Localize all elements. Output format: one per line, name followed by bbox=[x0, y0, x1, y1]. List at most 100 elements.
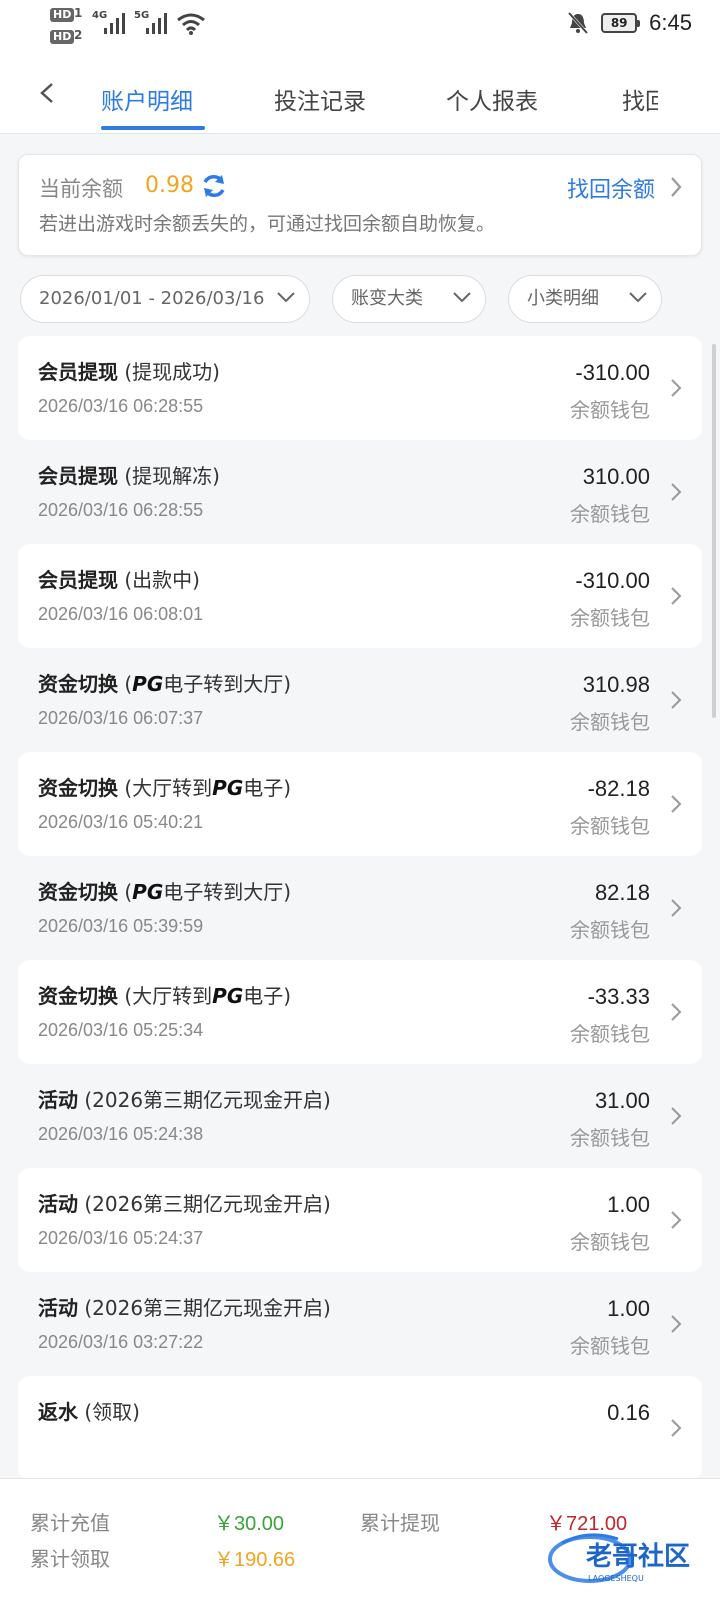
transaction-time: 2026/03/16 05:40:21 bbox=[38, 812, 204, 832]
transaction-detail-prefix: (领取) bbox=[78, 1400, 140, 1424]
tab-bet-records[interactable]: 投注记录 bbox=[274, 82, 366, 116]
chevron-down-icon bbox=[277, 292, 295, 303]
chevron-right-icon bbox=[671, 587, 682, 605]
tab-recover[interactable]: 找回 bbox=[622, 82, 658, 116]
transaction-amount: 1.00 bbox=[607, 1296, 650, 1321]
transaction-row[interactable]: 活动 (2026第三期亿元现金开启) 2026/03/16 03:27:22 1… bbox=[18, 1272, 702, 1376]
transaction-row[interactable]: 会员提现 (提现解冻) 2026/03/16 06:28:55 310.00 余… bbox=[18, 440, 702, 544]
transaction-detail-prefix: (2026第三期亿元现金开启) bbox=[78, 1296, 331, 1320]
chevron-right-icon bbox=[671, 691, 682, 709]
transaction-row[interactable]: 返水 (领取) 0.16 bbox=[18, 1376, 702, 1480]
wallet-label: 余额钱包 bbox=[570, 502, 650, 526]
active-tab-indicator bbox=[101, 126, 205, 130]
mute-bell-icon bbox=[568, 11, 589, 35]
date-range-value: 2026/01/01 - 2026/03/16 bbox=[39, 288, 265, 309]
transaction-row[interactable]: 活动 (2026第三期亿元现金开启) 2026/03/16 05:24:37 1… bbox=[18, 1168, 702, 1272]
transaction-detail-prefix: (2026第三期亿元现金开启) bbox=[78, 1192, 331, 1216]
transaction-row[interactable]: 会员提现 (提现成功) 2026/03/16 06:28:55 -310.00 … bbox=[18, 336, 702, 440]
transaction-detail-suffix: 电子转到大厅) bbox=[163, 880, 292, 904]
chevron-right-icon bbox=[671, 379, 682, 397]
claim-total-label: 累计领取 bbox=[30, 1547, 110, 1571]
transaction-type: 资金切换 bbox=[38, 880, 118, 904]
transaction-time: 2026/03/16 05:25:34 bbox=[38, 1020, 204, 1040]
transaction-row[interactable]: 活动 (2026第三期亿元现金开启) 2026/03/16 05:24:38 3… bbox=[18, 1064, 702, 1168]
transaction-detail-prefix: (2026第三期亿元现金开启) bbox=[78, 1088, 331, 1112]
recover-balance-link[interactable]: 找回余额 bbox=[567, 172, 655, 204]
transaction-amount: 82.18 bbox=[594, 880, 650, 905]
refresh-icon[interactable] bbox=[200, 172, 228, 200]
transaction-title: 资金切换 (大厅转到PG电子) bbox=[38, 772, 291, 801]
transaction-time: 2026/03/16 03:27:22 bbox=[38, 1332, 204, 1352]
wallet-label: 余额钱包 bbox=[570, 1022, 650, 1046]
transaction-title: 返水 (领取) bbox=[38, 1396, 140, 1425]
pg-logo: PG bbox=[212, 984, 244, 1008]
chevron-right-icon bbox=[671, 899, 682, 917]
transaction-type: 会员提现 bbox=[38, 360, 118, 384]
top-navigation: 账户明细 投注记录 个人报表 找回 bbox=[0, 56, 720, 134]
transaction-row[interactable]: 资金切换 (大厅转到PG电子) 2026/03/16 05:25:34 -33.… bbox=[18, 960, 702, 1064]
transaction-amount: 0.16 bbox=[607, 1400, 650, 1425]
wallet-label: 余额钱包 bbox=[570, 918, 650, 942]
transaction-time: 2026/03/16 06:07:37 bbox=[38, 708, 204, 728]
transaction-detail-suffix: 电子转到大厅) bbox=[163, 672, 292, 696]
chevron-right-icon[interactable] bbox=[669, 175, 683, 199]
subcategory-filter[interactable]: 小类明细 bbox=[508, 275, 662, 323]
transaction-row[interactable]: 资金切换 (大厅转到PG电子) 2026/03/16 05:40:21 -82.… bbox=[18, 752, 702, 856]
tab-account-details[interactable]: 账户明细 bbox=[101, 82, 193, 116]
category-filter[interactable]: 账变大类 bbox=[332, 275, 486, 323]
watermark-subtext: LAOGESHEQU bbox=[588, 1574, 644, 1583]
transaction-amount: 1.00 bbox=[607, 1192, 650, 1217]
transaction-time: 2026/03/16 06:08:01 bbox=[38, 604, 204, 624]
chevron-right-icon bbox=[671, 1419, 682, 1437]
battery-indicator: 89 bbox=[601, 13, 641, 33]
hd-badge-2: HD bbox=[50, 30, 75, 44]
chevron-down-icon bbox=[629, 292, 647, 303]
status-clock: 6:45 bbox=[649, 10, 692, 35]
wallet-label: 余额钱包 bbox=[570, 1126, 650, 1150]
tab-personal-report[interactable]: 个人报表 bbox=[446, 82, 538, 116]
transaction-amount: 31.00 bbox=[594, 1088, 650, 1113]
pg-logo: PG bbox=[132, 672, 164, 696]
transaction-amount: 310.00 bbox=[582, 464, 650, 489]
transaction-amount: -310.00 bbox=[575, 360, 650, 385]
transaction-row[interactable]: 资金切换 (PG电子转到大厅) 2026/03/16 05:39:59 82.1… bbox=[18, 856, 702, 960]
category-value: 账变大类 bbox=[351, 288, 423, 309]
transaction-type: 资金切换 bbox=[38, 984, 118, 1008]
transaction-title: 活动 (2026第三期亿元现金开启) bbox=[38, 1084, 331, 1113]
transaction-title: 活动 (2026第三期亿元现金开启) bbox=[38, 1188, 331, 1217]
transaction-type: 活动 bbox=[38, 1088, 78, 1112]
transaction-row[interactable]: 资金切换 (PG电子转到大厅) 2026/03/16 06:07:37 310.… bbox=[18, 648, 702, 752]
transaction-detail-prefix: (大厅转到 bbox=[118, 984, 213, 1008]
transaction-title: 资金切换 (大厅转到PG电子) bbox=[38, 980, 291, 1009]
balance-value: 0.98 bbox=[145, 173, 194, 198]
transaction-type: 活动 bbox=[38, 1192, 78, 1216]
chevron-right-icon bbox=[671, 1107, 682, 1125]
transaction-detail-prefix: (大厅转到 bbox=[118, 776, 213, 800]
transaction-title: 会员提现 (提现解冻) bbox=[38, 460, 220, 489]
balance-hint: 若进出游戏时余额丢失的，可通过找回余额自助恢复。 bbox=[39, 213, 496, 235]
hd-sim-2: 2 bbox=[74, 28, 83, 42]
transaction-type: 返水 bbox=[38, 1400, 78, 1424]
transaction-detail-prefix: (提现解冻) bbox=[118, 464, 220, 488]
wallet-label: 余额钱包 bbox=[570, 710, 650, 734]
watermark-text: 老哥社区 bbox=[586, 1541, 690, 1572]
transaction-amount: -310.00 bbox=[575, 568, 650, 593]
claim-total-value: ￥190.66 bbox=[214, 1549, 296, 1571]
chevron-right-icon bbox=[671, 1003, 682, 1021]
back-arrow-icon[interactable] bbox=[38, 80, 58, 110]
transaction-detail-suffix: 电子) bbox=[243, 984, 292, 1008]
transaction-row[interactable]: 会员提现 (出款中) 2026/03/16 06:08:01 -310.00 余… bbox=[18, 544, 702, 648]
subcategory-value: 小类明细 bbox=[527, 288, 599, 309]
pg-logo: PG bbox=[212, 776, 244, 800]
wallet-label: 余额钱包 bbox=[570, 814, 650, 838]
signal-icon-1 bbox=[104, 13, 125, 34]
transaction-detail-prefix: (提现成功) bbox=[118, 360, 220, 384]
date-range-filter[interactable]: 2026/01/01 - 2026/03/16 bbox=[20, 275, 310, 323]
transaction-amount: -33.33 bbox=[587, 984, 650, 1009]
transaction-title: 会员提现 (提现成功) bbox=[38, 356, 220, 385]
transaction-time: 2026/03/16 05:39:59 bbox=[38, 916, 204, 936]
transaction-detail-suffix: 电子) bbox=[243, 776, 292, 800]
transaction-detail-prefix: ( bbox=[118, 672, 133, 696]
hd-badge-1: HD bbox=[50, 8, 75, 22]
scrollbar[interactable] bbox=[712, 344, 716, 718]
